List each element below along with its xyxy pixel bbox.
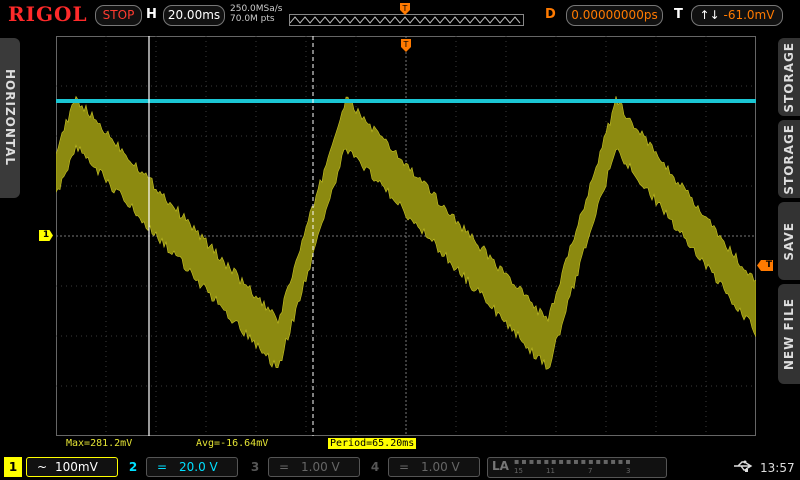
brand-logo: RIGOL (8, 2, 88, 26)
trigger-setting[interactable]: ↑↓ -61.0mV (691, 5, 783, 26)
sample-rate: 250.0MSa/s (230, 4, 283, 14)
channel-1-number: 1 (4, 457, 22, 477)
trigger-position-icon: T (400, 3, 410, 15)
memory-depth: 70.0M pts (230, 14, 275, 24)
delay-value[interactable]: 0.00000000ps (566, 5, 663, 26)
channel-2-waveform (56, 99, 756, 103)
channel-3-setting[interactable]: 3 = 1.00 V (246, 457, 360, 477)
la-tick-15: 15 (514, 467, 523, 475)
horizontal-label: H (146, 7, 157, 22)
waveform-display[interactable]: T (56, 36, 756, 436)
top-status-bar: RIGOL STOP H 20.00ms 250.0MSa/s 70.0M pt… (0, 0, 800, 32)
channel-2-box: = 20.0 V (146, 457, 238, 477)
channel-4-setting[interactable]: 4 = 1.00 V (366, 457, 480, 477)
trigger-marker-top-glyph: T (403, 40, 409, 49)
measurement-bar: Max=281.2mV Avg=-16.64mV Period=65.20ms (56, 437, 756, 451)
channel-2-setting[interactable]: 2 = 20.0 V (124, 457, 238, 477)
trigger-position-glyph: T (402, 4, 408, 13)
measurement-period[interactable]: Period=65.20ms (328, 438, 417, 449)
channel-3-coupling: = (279, 460, 290, 474)
trigger-level-value: -61.0mV (723, 8, 775, 22)
storage-tab-1-label: STORAGE (782, 41, 796, 113)
la-tick-7: 7 (588, 467, 593, 475)
measurement-avg[interactable]: Avg=-16.64mV (196, 438, 268, 449)
new-file-tab[interactable]: NEW FILE (778, 284, 800, 384)
trigger-label: T (674, 7, 683, 22)
usb-icon (733, 460, 753, 476)
delay-label: D (545, 7, 556, 22)
channel-4-number: 4 (370, 460, 380, 474)
channel-2-scale: 20.0 V (179, 460, 218, 474)
channel-2-number: 2 (128, 460, 138, 474)
measurement-max[interactable]: Max=281.2mV (66, 438, 132, 449)
channel-3-number: 3 (250, 460, 260, 474)
channel-1-offset-marker[interactable]: 1 (39, 230, 53, 241)
channel-2-coupling: = (157, 460, 168, 474)
timebase-value[interactable]: 20.00ms (163, 5, 225, 26)
la-tick-11: 11 (546, 467, 555, 475)
new-file-tab-label: NEW FILE (782, 297, 796, 371)
run-stop-status[interactable]: STOP (95, 5, 142, 26)
oscilloscope-screen: RIGOL STOP H 20.00ms 250.0MSa/s 70.0M pt… (0, 0, 800, 480)
save-tab-label: SAVE (782, 221, 796, 261)
channel-1-coupling: ~ (37, 460, 48, 474)
channel-1-setting[interactable]: 1 ~ 100mV (4, 457, 118, 477)
horizontal-menu-tab[interactable]: HORIZONTAL (0, 38, 20, 198)
save-tab[interactable]: SAVE (778, 202, 800, 280)
channel-1-scale: 100mV (55, 460, 98, 474)
channel-3-box: = 1.00 V (268, 457, 360, 477)
acquisition-info: 250.0MSa/s 70.0M pts (230, 4, 282, 24)
trigger-edge-icon: ↑↓ (699, 8, 720, 22)
right-menu-panel: STORAGE STORAGE SAVE NEW FILE (778, 38, 800, 448)
bottom-channel-bar: 1 ~ 100mV 2 = 20.0 V 3 = 1.00 V 4 = 1.00… (0, 454, 800, 480)
la-bits: ▪▪▪▪▪▪▪▪▪▪▪▪▪▪▪▪ (514, 457, 633, 466)
la-tick-3: 3 (626, 467, 631, 475)
channel-4-box: = 1.00 V (388, 457, 480, 477)
channel-3-scale: 1.00 V (301, 460, 340, 474)
horizontal-menu-label: HORIZONTAL (3, 69, 17, 167)
clock: 13:57 (760, 461, 795, 475)
channel-4-coupling: = (399, 460, 410, 474)
storage-tab-1[interactable]: STORAGE (778, 38, 800, 116)
storage-tab-2-label: STORAGE (782, 123, 796, 195)
la-label: LA (492, 459, 509, 473)
trigger-level-marker[interactable]: T (757, 260, 773, 271)
channel-4-scale: 1.00 V (421, 460, 460, 474)
channel-1-box: ~ 100mV (26, 457, 118, 477)
storage-tab-2[interactable]: STORAGE (778, 120, 800, 198)
logic-analyzer-setting[interactable]: LA ▪▪▪▪▪▪▪▪▪▪▪▪▪▪▪▪ 15 11 7 3 (487, 457, 667, 478)
